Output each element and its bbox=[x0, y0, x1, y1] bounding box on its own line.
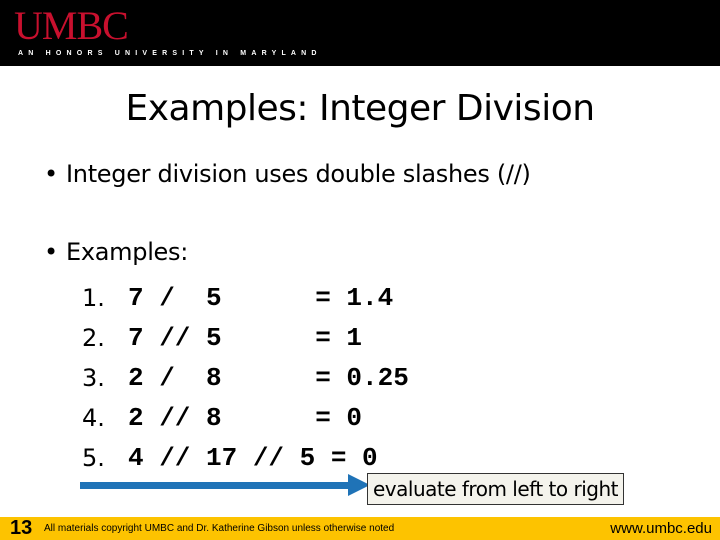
examples-list: 1. 7 / 5 = 1.4 2. 7 // 5 = 1 3. 2 / 8 = … bbox=[82, 278, 409, 478]
example-item: 1. 7 / 5 = 1.4 bbox=[82, 278, 409, 318]
example-code: 7 // 5 = 1 bbox=[128, 323, 363, 353]
example-code: 2 / 8 = 0.25 bbox=[128, 363, 409, 393]
copyright-text: All materials copyright UMBC and Dr. Kat… bbox=[44, 523, 395, 534]
example-number: 1. bbox=[82, 284, 105, 312]
example-item: 5. 4 // 17 // 5 = 0 bbox=[82, 438, 409, 478]
example-code: 7 / 5 = 1.4 bbox=[128, 283, 394, 313]
bullet-examples: • Examples: bbox=[44, 238, 188, 266]
example-code: 2 // 8 = 0 bbox=[128, 403, 363, 433]
example-item: 4. 2 // 8 = 0 bbox=[82, 398, 409, 438]
example-item: 3. 2 / 8 = 0.25 bbox=[82, 358, 409, 398]
bullet-text: Examples: bbox=[66, 238, 189, 266]
bullet-text: Integer division uses double slashes (//… bbox=[66, 160, 531, 188]
bullet-integer-division: • Integer division uses double slashes (/… bbox=[44, 160, 531, 188]
bullet-icon: • bbox=[44, 238, 58, 266]
example-code: 4 // 17 // 5 = 0 bbox=[128, 443, 378, 473]
umbc-logo: UMBC bbox=[14, 3, 129, 48]
example-number: 5. bbox=[82, 444, 105, 472]
slide-title: Examples: Integer Division bbox=[125, 88, 595, 129]
example-number: 4. bbox=[82, 404, 105, 432]
footer-bar: 13 All materials copyright UMBC and Dr. … bbox=[0, 517, 720, 540]
example-number: 2. bbox=[82, 324, 105, 352]
example-item: 2. 7 // 5 = 1 bbox=[82, 318, 409, 358]
site-url: www.umbc.edu bbox=[610, 520, 712, 537]
note-callout: evaluate from left to right bbox=[367, 473, 624, 505]
bullet-icon: • bbox=[44, 160, 58, 188]
example-number: 3. bbox=[82, 364, 105, 392]
tagline: AN HONORS UNIVERSITY IN MARYLAND bbox=[18, 50, 322, 57]
arrow-shaft bbox=[80, 482, 350, 489]
page-number: 13 bbox=[10, 517, 33, 539]
header-bar: UMBC AN HONORS UNIVERSITY IN MARYLAND bbox=[0, 0, 720, 66]
